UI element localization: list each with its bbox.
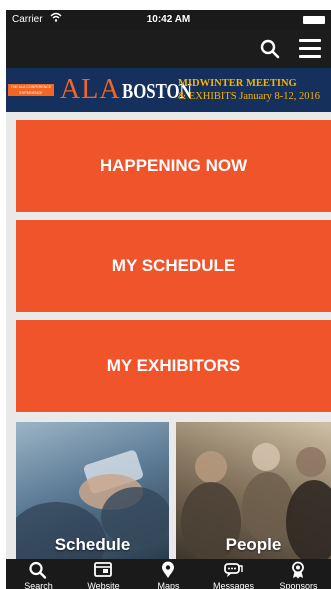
tab-website[interactable]: Website — [71, 559, 136, 589]
map-pin-icon — [162, 561, 174, 578]
search-icon — [29, 561, 47, 579]
people-tile-label: People — [225, 535, 282, 554]
schedule-tile-label: Schedule — [54, 535, 131, 554]
search-icon — [260, 39, 280, 59]
my-exhibitors-button[interactable]: MY EXHIBITORS — [16, 320, 331, 412]
tab-sponsors[interactable]: Sponsors — [266, 559, 331, 589]
tab-label: Maps — [157, 581, 180, 589]
schedule-tile[interactable]: Schedule — [16, 422, 169, 559]
home-content: HAPPENING NOW MY SCHEDULE MY EXHIBITORS … — [6, 112, 331, 559]
battery-icon — [303, 16, 325, 24]
search-button[interactable] — [259, 38, 281, 60]
tab-search[interactable]: Search — [6, 559, 71, 589]
menu-icon — [299, 39, 321, 42]
status-time: 10:42 AM — [146, 14, 191, 25]
banner-ala: ALA — [60, 74, 121, 105]
people-tile[interactable]: People — [176, 422, 331, 559]
chat-bubble-icon — [224, 563, 243, 577]
tab-bar: Search Website Maps Messages Sponsors — [6, 559, 331, 589]
tab-label: Messages — [212, 581, 255, 589]
browser-icon — [94, 562, 112, 577]
happening-now-button[interactable]: HAPPENING NOW — [16, 120, 331, 212]
my-schedule-button[interactable]: MY SCHEDULE — [16, 220, 331, 312]
menu-button[interactable] — [299, 39, 321, 59]
tab-label: Sponsors — [279, 581, 318, 589]
banner-event-name: MIDWINTER MEETING — [178, 78, 297, 89]
award-ribbon-icon — [292, 561, 304, 579]
tab-label: Website — [87, 581, 120, 589]
nav-bar — [6, 30, 331, 68]
conference-banner[interactable]: THE ALA CONFERENCE EXPERIENCE ALA BOSTON… — [6, 68, 331, 112]
app-screen: Carrier 10:42 AM THE ALA CONFERENCE EXPE… — [6, 10, 331, 589]
tab-maps[interactable]: Maps — [136, 559, 201, 589]
banner-tag: THE ALA CONFERENCE EXPERIENCE — [8, 84, 54, 96]
tab-label: Search — [24, 581, 53, 589]
status-bar: Carrier 10:42 AM — [6, 10, 331, 30]
banner-event-dates: & EXHIBITS January 8-12, 2016 — [178, 91, 321, 102]
tab-messages[interactable]: Messages — [201, 559, 266, 589]
